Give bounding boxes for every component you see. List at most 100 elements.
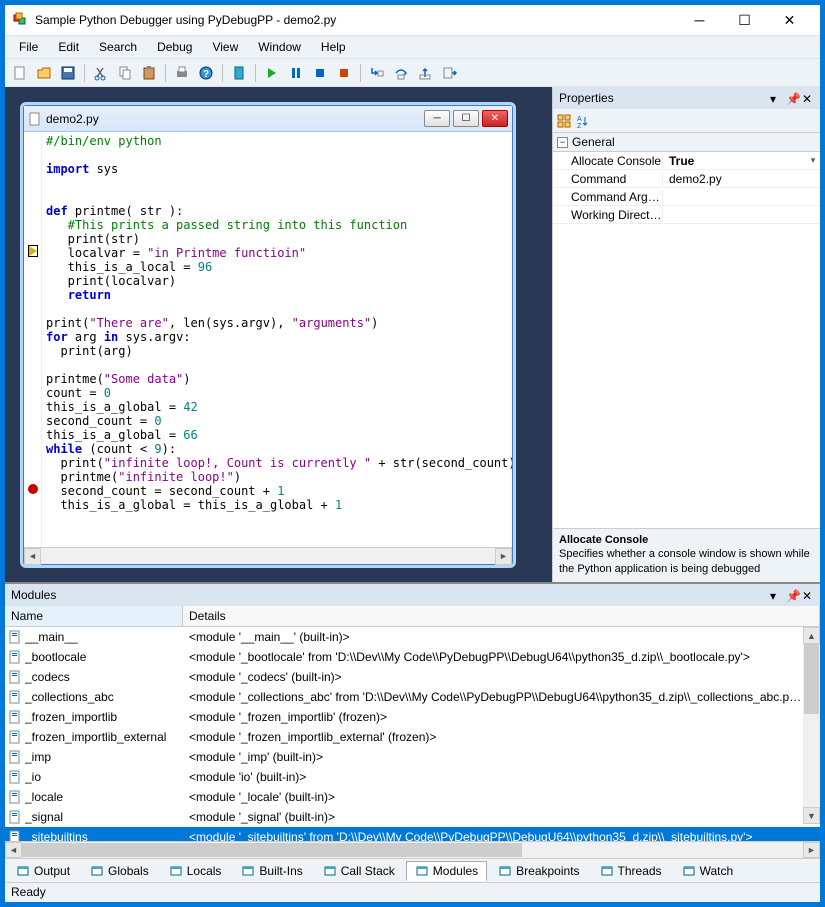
panel-close-icon[interactable]: ✕ — [802, 92, 814, 104]
open-file-icon[interactable] — [33, 62, 55, 84]
menu-file[interactable]: File — [9, 38, 48, 56]
property-value[interactable]: demo2.py — [663, 172, 820, 186]
scroll-thumb[interactable] — [22, 843, 522, 857]
module-icon — [5, 750, 25, 764]
property-row[interactable]: Commanddemo2.py — [553, 170, 820, 188]
dropdown-icon[interactable]: ▾ — [806, 155, 820, 166]
module-row[interactable]: _imp<module '_imp' (built-in)> — [5, 747, 820, 767]
tab-threads[interactable]: Threads — [591, 861, 671, 881]
tab-icon — [498, 864, 512, 878]
tab-locals[interactable]: Locals — [160, 861, 231, 881]
alphabetical-icon[interactable]: AZ — [575, 114, 589, 128]
scroll-thumb[interactable] — [804, 644, 819, 714]
editor-titlebar[interactable]: demo2.py ─ ☐ ✕ — [24, 106, 512, 132]
help-icon[interactable]: ? — [195, 62, 217, 84]
panel-options-icon[interactable]: ▾ — [770, 92, 782, 104]
step-out-icon[interactable] — [414, 62, 436, 84]
pause-icon[interactable] — [285, 62, 307, 84]
module-name: _locale — [25, 790, 183, 804]
panel-options-icon[interactable]: ▾ — [770, 589, 782, 601]
menu-help[interactable]: Help — [311, 38, 356, 56]
scroll-right-icon[interactable]: ► — [495, 548, 512, 565]
tab-modules[interactable]: Modules — [406, 861, 487, 881]
maximize-button[interactable]: ☐ — [722, 6, 767, 34]
run-icon[interactable] — [261, 62, 283, 84]
paste-icon[interactable] — [138, 62, 160, 84]
collapse-icon[interactable]: − — [557, 137, 568, 148]
restart-icon[interactable] — [333, 62, 355, 84]
modules-vscrollbar[interactable]: ▲ ▼ — [803, 627, 820, 824]
tab-globals[interactable]: Globals — [81, 861, 158, 881]
module-row[interactable]: _io<module 'io' (built-in)> — [5, 767, 820, 787]
tab-watch[interactable]: Watch — [673, 861, 743, 881]
step-into-icon[interactable] — [366, 62, 388, 84]
module-row[interactable]: _sitebuiltins<module '_sitebuiltins' fro… — [5, 827, 820, 841]
tab-output[interactable]: Output — [7, 861, 79, 881]
module-name: _sitebuiltins — [25, 830, 183, 841]
scroll-down-icon[interactable]: ▼ — [803, 807, 820, 824]
gutter[interactable] — [24, 132, 42, 547]
tab-icon — [169, 864, 183, 878]
modules-header[interactable]: Modules ▾ 📌 ✕ — [5, 584, 820, 606]
menu-window[interactable]: Window — [248, 38, 311, 56]
copy-icon[interactable] — [114, 62, 136, 84]
pin-icon[interactable]: 📌 — [786, 92, 798, 104]
step-over-icon[interactable] — [390, 62, 412, 84]
module-row[interactable]: _frozen_importlib_external<module '_froz… — [5, 727, 820, 747]
modules-hscrollbar[interactable]: ◄ ► — [5, 841, 820, 858]
tab-label: Output — [34, 864, 70, 878]
property-category[interactable]: − General — [553, 133, 820, 152]
editor-hscrollbar[interactable]: ◄ ► — [24, 547, 512, 564]
categorized-icon[interactable] — [557, 114, 571, 128]
menu-view[interactable]: View — [202, 38, 248, 56]
column-name[interactable]: Name — [5, 606, 183, 626]
svg-text:A: A — [577, 116, 582, 123]
module-row[interactable]: __main__<module '__main__' (built-in)> — [5, 627, 820, 647]
breakpoint-icon[interactable] — [28, 484, 38, 494]
module-row[interactable]: _collections_abc<module '_collections_ab… — [5, 687, 820, 707]
save-icon[interactable] — [57, 62, 79, 84]
menu-edit[interactable]: Edit — [48, 38, 89, 56]
editor-maximize-button[interactable]: ☐ — [453, 110, 479, 127]
bookmark-icon[interactable] — [228, 62, 250, 84]
minimize-button[interactable]: ─ — [677, 6, 722, 34]
property-row[interactable]: Command Argu... — [553, 188, 820, 206]
property-row[interactable]: Working Directory — [553, 206, 820, 224]
property-row[interactable]: Allocate ConsoleTrue▾ — [553, 152, 820, 170]
code-lines[interactable]: #/bin/env pythonimport sysdef printme( s… — [42, 132, 512, 547]
code-editor[interactable]: #/bin/env pythonimport sysdef printme( s… — [24, 132, 512, 547]
module-row[interactable]: _locale<module '_locale' (built-in)> — [5, 787, 820, 807]
panel-close-icon[interactable]: ✕ — [802, 589, 814, 601]
property-value[interactable]: True — [663, 154, 806, 168]
menu-debug[interactable]: Debug — [147, 38, 202, 56]
properties-toolbar: AZ — [553, 109, 820, 133]
tab-breakpoints[interactable]: Breakpoints — [489, 861, 588, 881]
module-icon — [5, 710, 25, 724]
new-file-icon[interactable] — [9, 62, 31, 84]
module-details: <module '_bootlocale' from 'D:\\Dev\\My … — [183, 650, 803, 664]
print-icon[interactable] — [171, 62, 193, 84]
scroll-left-icon[interactable]: ◄ — [24, 548, 41, 565]
run-to-cursor-icon[interactable] — [438, 62, 460, 84]
module-row[interactable]: _bootlocale<module '_bootlocale' from 'D… — [5, 647, 820, 667]
module-row[interactable]: _frozen_importlib<module '_frozen_import… — [5, 707, 820, 727]
module-row[interactable]: _signal<module '_signal' (built-in)> — [5, 807, 820, 827]
scroll-up-icon[interactable]: ▲ — [803, 627, 820, 644]
properties-panel: Properties ▾ 📌 ✕ AZ − General Allocate C… — [552, 87, 820, 582]
close-button[interactable]: ✕ — [767, 6, 812, 34]
editor-minimize-button[interactable]: ─ — [424, 110, 450, 127]
scroll-right-icon[interactable]: ► — [803, 842, 820, 858]
properties-header[interactable]: Properties ▾ 📌 ✕ — [553, 87, 820, 109]
cut-icon[interactable] — [90, 62, 112, 84]
pin-icon[interactable]: 📌 — [786, 589, 798, 601]
menu-search[interactable]: Search — [89, 38, 147, 56]
module-row[interactable]: _codecs<module '_codecs' (built-in)> — [5, 667, 820, 687]
tab-call-stack[interactable]: Call Stack — [314, 861, 404, 881]
scroll-left-icon[interactable]: ◄ — [5, 842, 22, 858]
stop-icon[interactable] — [309, 62, 331, 84]
column-details[interactable]: Details — [183, 606, 820, 626]
tab-icon — [90, 864, 104, 878]
editor-close-button[interactable]: ✕ — [482, 110, 508, 127]
tab-built-ins[interactable]: Built-Ins — [232, 861, 311, 881]
editor-filename: demo2.py — [46, 112, 424, 126]
